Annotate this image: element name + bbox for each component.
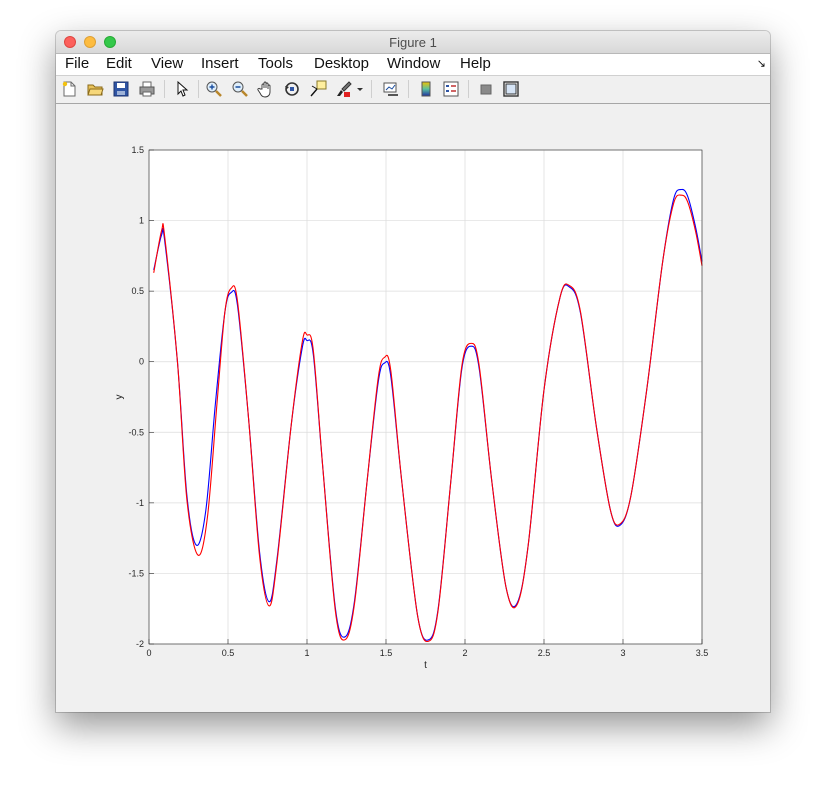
title-bar[interactable]: Figure 1 [56,31,770,54]
toolbar-separator [371,80,372,98]
toolbar-separator [468,80,469,98]
y-axis-label: y [114,395,125,400]
y-tick-label: -2 [136,639,144,649]
menu-file[interactable]: File [65,55,89,72]
menu-help[interactable]: Help [460,55,491,72]
hide-plot-tools-icon[interactable] [477,80,495,98]
rotate-3d-icon[interactable] [283,80,301,98]
y-tick-label: -1.5 [128,568,144,578]
y-tick-label: 1.5 [131,145,144,155]
menu-bar: File Edit View Insert Tools Desktop Wind… [56,54,770,76]
menu-view[interactable]: View [151,55,183,72]
x-tick-label: 3 [620,648,625,658]
menu-tools[interactable]: Tools [258,55,293,72]
y-tick-label: 1 [139,216,144,226]
insert-colorbar-icon[interactable] [417,80,435,98]
menu-window[interactable]: Window [387,55,440,72]
brush-icon[interactable] [335,80,353,98]
insert-legend-icon[interactable] [442,80,460,98]
x-tick-label: 0.5 [222,648,235,658]
open-file-icon[interactable] [86,80,104,98]
window-title: Figure 1 [389,35,437,50]
zoom-in-icon[interactable] [205,80,223,98]
new-figure-icon[interactable] [60,80,78,98]
pan-icon[interactable] [257,80,275,98]
figure-toolbar [56,76,770,104]
y-tick-label: 0.5 [131,286,144,296]
toolbar-separator [198,80,199,98]
link-plot-icon[interactable] [382,80,400,98]
y-tick-label: 0 [139,357,144,367]
menu-insert[interactable]: Insert [201,55,239,72]
save-figure-icon[interactable] [112,80,130,98]
data-cursor-icon[interactable] [309,80,327,98]
y-tick-label: -0.5 [128,427,144,437]
line-chart[interactable]: 0 0.5 1 1.5 2 2.5 3 3.5 1.5 1 0.5 0 -0.5 -1 -1.5 -2 t y [56,104,770,712]
print-figure-icon[interactable] [138,80,156,98]
x-axis-label: t [424,660,427,671]
x-tick-label: 3.5 [696,648,709,658]
axes-background [149,150,702,644]
menu-desktop[interactable]: Desktop [314,55,369,72]
x-tick-label: 0 [146,648,151,658]
zoom-out-icon[interactable] [231,80,249,98]
toolbar-separator [164,80,165,98]
edit-plot-icon[interactable] [173,80,191,98]
x-tick-label: 1.5 [380,648,393,658]
menu-edit[interactable]: Edit [106,55,132,72]
x-tick-label: 1 [304,648,309,658]
y-tick-label: -1 [136,498,144,508]
figure-window: Figure 1 File Edit View Insert Tools Des… [56,31,770,712]
x-tick-label: 2.5 [538,648,551,658]
toolbar-separator [408,80,409,98]
x-tick-label: 2 [462,648,467,658]
brush-dropdown-icon[interactable] [355,80,365,98]
dock-arrow-icon[interactable]: ↘ [757,57,766,70]
show-plot-tools-icon[interactable] [502,80,520,98]
figure-canvas[interactable]: 0 0.5 1 1.5 2 2.5 3 3.5 1.5 1 0.5 0 -0.5 -1 -1.5 -2 t y [56,104,770,712]
